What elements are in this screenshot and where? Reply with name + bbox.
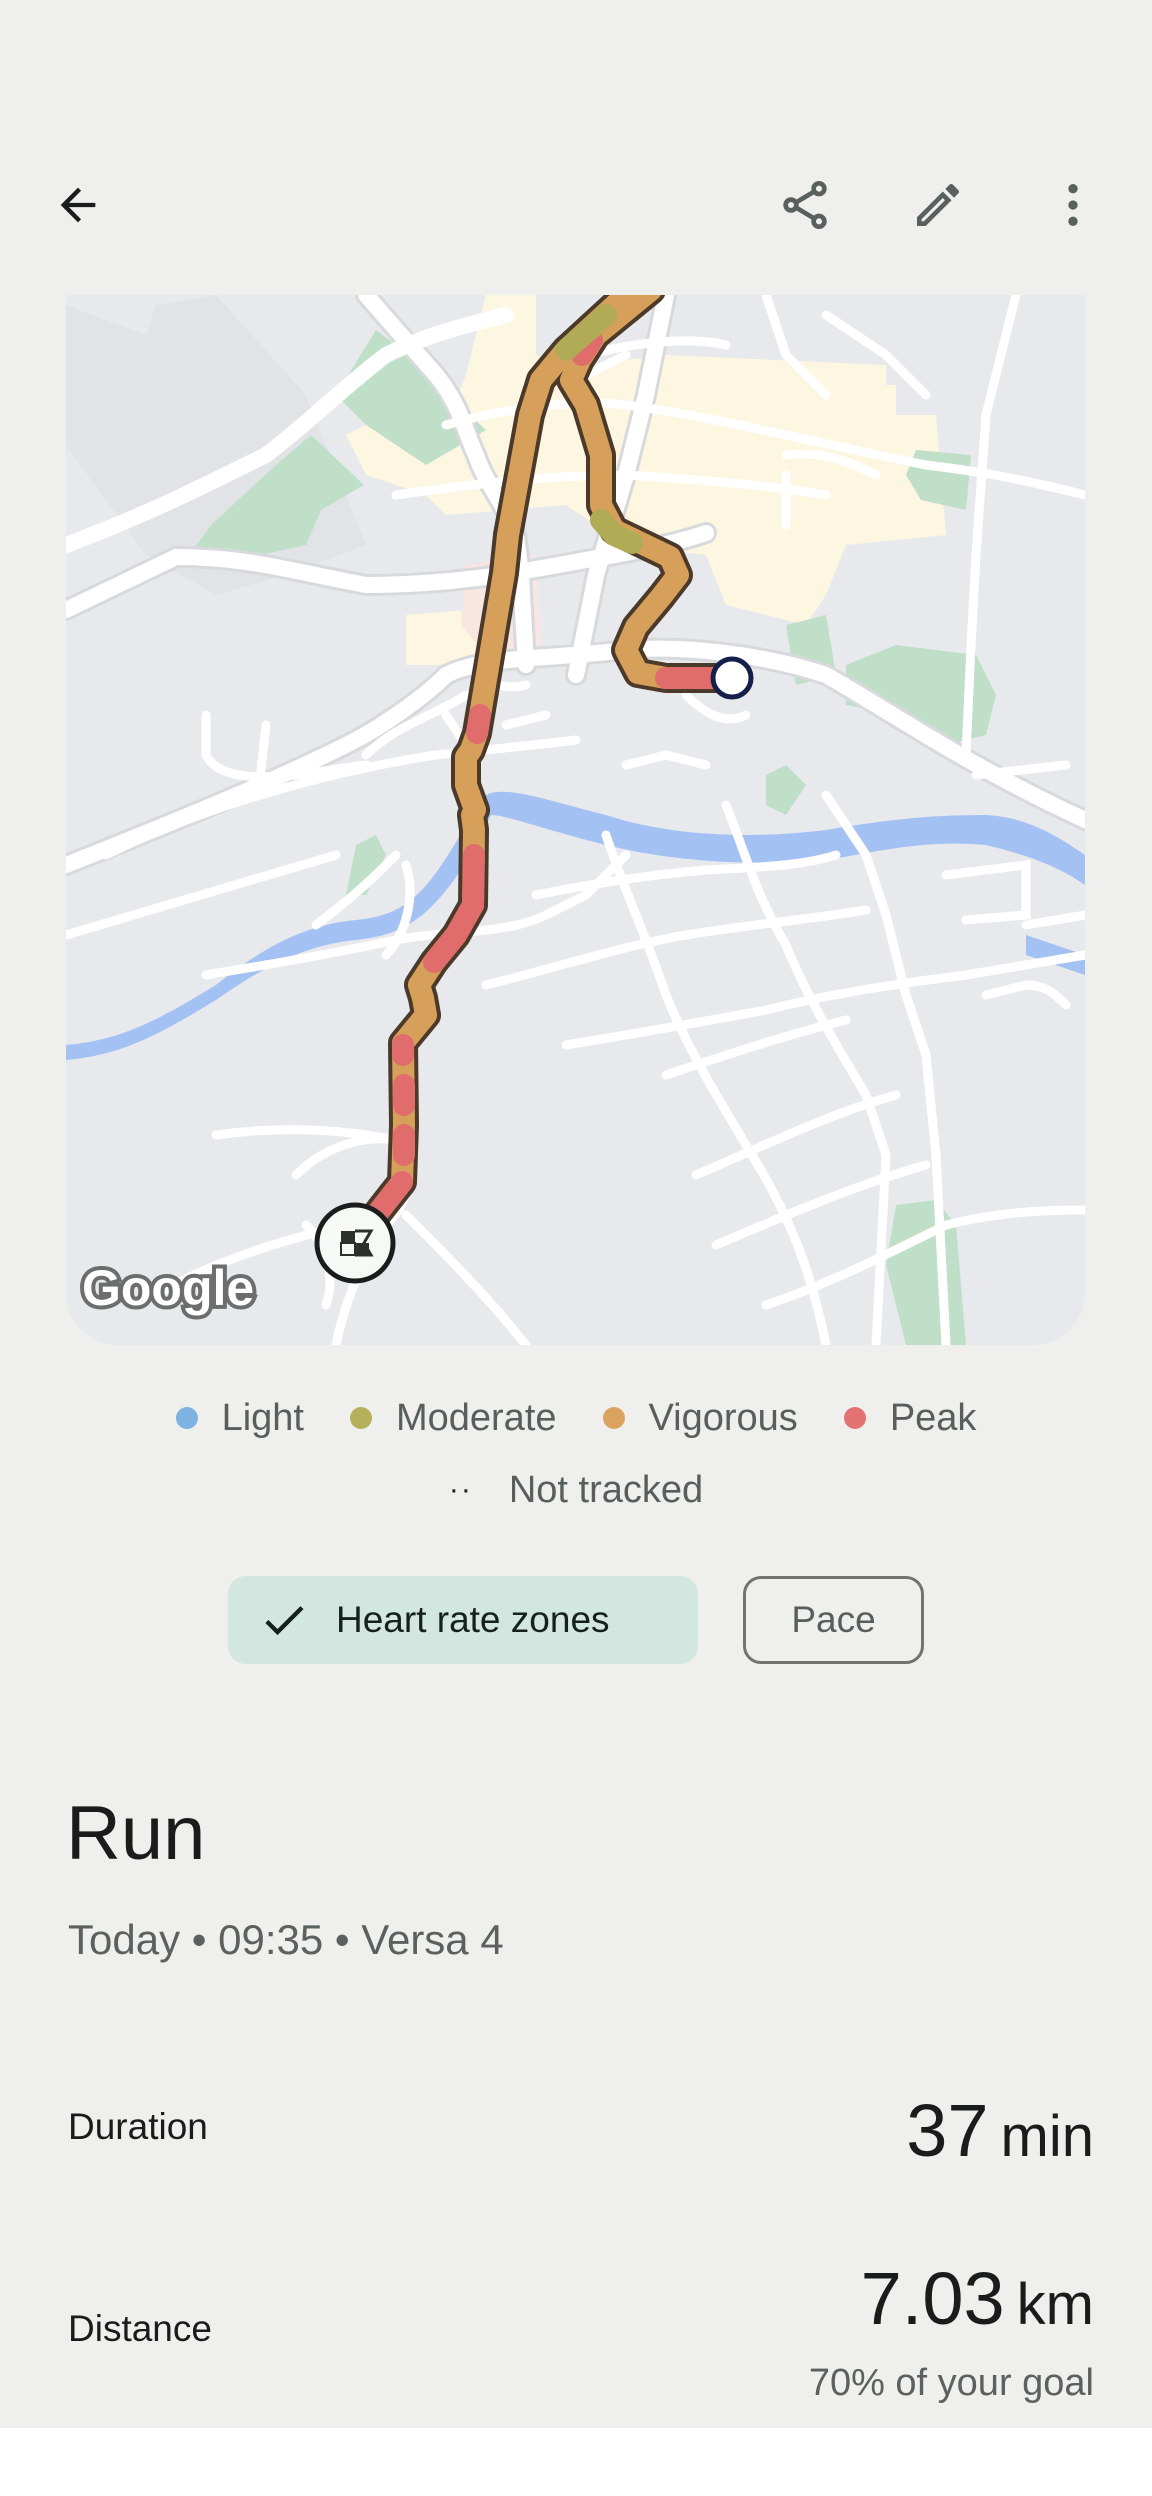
more-vert-icon	[1068, 184, 1078, 226]
activity-subtitle: Today • 09:35 • Versa 4	[68, 1916, 504, 1963]
edit-button[interactable]	[898, 165, 978, 245]
duration-value: 37 min	[906, 2088, 1094, 2173]
legend-dot-moderate	[349, 1407, 372, 1429]
legend-item-peak: Peak	[843, 1396, 977, 1440]
heart-rate-zones-label: Heart rate zones	[336, 1599, 610, 1640]
legend-label: Light	[221, 1396, 304, 1439]
activity-title: Run	[66, 1791, 206, 1876]
pace-label: Pace	[791, 1599, 876, 1640]
legend-not-tracked: ·· Not tracked	[0, 1462, 1152, 1518]
legend-dot-vigorous	[602, 1407, 625, 1429]
duration-unit: min	[1000, 2104, 1094, 2169]
more-options-button[interactable]	[1033, 165, 1113, 245]
back-button[interactable]	[38, 165, 118, 245]
distance-goal-progress: 70% of your goal	[808, 2362, 1094, 2404]
share-button[interactable]	[765, 165, 845, 245]
checkmark-icon	[265, 1606, 304, 1636]
pace-chip[interactable]: Pace	[743, 1576, 924, 1664]
legend-label: Vigorous	[648, 1396, 798, 1439]
duration-label: Duration	[68, 2106, 208, 2147]
legend-item-vigorous: Vigorous	[602, 1396, 798, 1440]
hr-zone-legend: Light Moderate Vigorous Peak	[0, 1390, 1152, 1446]
map-canvas: Google	[66, 295, 1085, 1345]
legend-item-light: Light	[175, 1396, 304, 1440]
share-icon	[783, 180, 827, 230]
distance-label: Distance	[68, 2308, 212, 2349]
legend-label: Peak	[889, 1396, 977, 1439]
arrow-left-icon	[60, 187, 96, 223]
distance-unit: km	[1016, 2272, 1094, 2337]
legend-label-not-tracked: Not tracked	[508, 1468, 704, 1511]
legend-dot-peak	[843, 1407, 866, 1429]
distance-value: 7.03 km	[861, 2256, 1094, 2341]
distance-number: 7.03	[860, 2257, 1005, 2340]
legend-dot-light	[175, 1407, 198, 1429]
google-attribution: Google	[82, 1260, 254, 1316]
legend-item-moderate: Moderate	[349, 1396, 557, 1440]
duration-number: 37	[906, 2089, 989, 2172]
pencil-icon	[917, 183, 960, 226]
legend-label: Moderate	[395, 1396, 557, 1439]
finish-marker[interactable]	[314, 1202, 396, 1284]
dotted-line-icon: ··	[448, 1473, 473, 1506]
route-map[interactable]: Google	[66, 295, 1085, 1345]
exercise-detail-screen: Google Light Moderate Vigorous Peak ·· N…	[0, 0, 1152, 2428]
heart-rate-zones-chip[interactable]: Heart rate zones	[228, 1576, 698, 1664]
start-marker[interactable]	[710, 656, 754, 700]
